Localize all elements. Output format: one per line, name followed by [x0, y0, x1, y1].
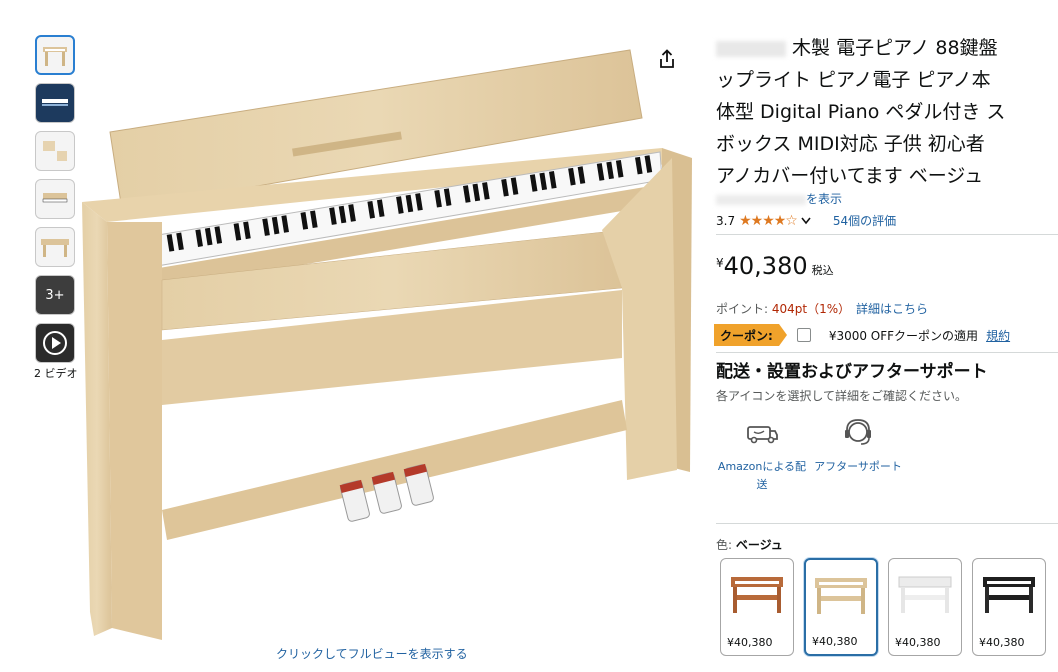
points-row: ポイント: 404pt（1%） 詳細はこちら [716, 300, 928, 317]
price: ¥40,380 税込 [716, 252, 834, 280]
play-icon [43, 331, 67, 355]
points-details-link[interactable]: 詳細はこちら [856, 302, 928, 316]
coupon-checkbox[interactable] [796, 328, 811, 342]
title-line-2: ップライト ピアノ電子 ピアノ本 [716, 69, 991, 91]
title-line-1: 木製 電子ピアノ 88鍵盤 [792, 37, 998, 59]
coupon-terms-link[interactable]: 規約 [986, 327, 1010, 344]
price-amount: 40,380 [723, 252, 808, 280]
thumbnail-strip: 3+ [35, 35, 75, 371]
coupon-text: ¥3000 OFFクーポンの適用 [828, 328, 979, 343]
review-count-link[interactable]: 54個の評価 [833, 212, 896, 229]
price-symbol: ¥ [716, 256, 724, 270]
delivery-support-item[interactable]: Amazonによる配送 [716, 410, 808, 494]
divider [716, 234, 1058, 235]
thumbnail-2[interactable] [35, 83, 75, 123]
divider [716, 523, 1058, 524]
support-heading: 配送・設置およびアフターサポート [716, 362, 988, 382]
support-icons: Amazonによる配送 アフターサポート [716, 410, 908, 494]
swatch-image-white [889, 559, 961, 625]
delivery-support-label: Amazonによる配送 [717, 460, 807, 491]
rating-value: 3.7 [716, 213, 736, 228]
more-images-label: 3+ [45, 287, 65, 303]
brand-store-link[interactable]: を表示 [716, 190, 842, 207]
blurred-brand [716, 40, 786, 57]
title-line-5: アノカバー付いてます ベージュ [716, 165, 984, 187]
swatch-brown[interactable]: ¥40,380 [720, 558, 794, 656]
chevron-down-icon[interactable] [801, 214, 811, 228]
points-label: ポイント: [716, 302, 769, 316]
color-label: 色: [716, 538, 733, 552]
swatch-price: ¥40,380 [812, 635, 858, 648]
swatch-image-beige [806, 560, 876, 626]
price-tax-label: 税込 [811, 264, 834, 277]
swatch-image-black [973, 559, 1045, 625]
swatch-price: ¥40,380 [895, 636, 941, 649]
thumbnail-5[interactable] [35, 227, 75, 267]
blurred-store [716, 194, 806, 205]
coupon-badge: クーポン: [714, 324, 787, 346]
swatch-price: ¥40,380 [979, 636, 1025, 649]
points-value: 404pt（1%） [771, 302, 851, 316]
video-count-label: 2 ビデオ [34, 367, 78, 380]
coupon-row: クーポン: ¥3000 OFFクーポンの適用 規約 [714, 324, 1010, 346]
after-support-label: アフターサポート [814, 460, 902, 473]
after-support-item[interactable]: アフターサポート [812, 410, 904, 494]
title-line-3: 体型 Digital Piano ペダル付き ス [716, 101, 1006, 123]
headset-icon [835, 410, 881, 456]
swatch-black[interactable]: ¥40,380 [972, 558, 1046, 656]
color-selector-label: 色: ベージュ [716, 536, 783, 553]
full-view-link[interactable]: クリックしてフルビューを表示する [276, 645, 468, 662]
more-images-button[interactable]: 3+ [35, 275, 75, 315]
video-thumbnail[interactable] [35, 323, 75, 363]
swatch-white[interactable]: ¥40,380 [888, 558, 962, 656]
color-swatches: ¥40,380 ¥40,380 ¥40,380 ¥40,380 [720, 558, 1056, 656]
brand-suffix: を表示 [806, 192, 843, 206]
rating-row: 3.7 ★★★★☆ 54個の評価 [716, 212, 896, 229]
truck-icon [739, 410, 785, 456]
swatch-beige[interactable]: ¥40,380 [804, 558, 878, 656]
thumbnail-4[interactable] [35, 179, 75, 219]
swatch-image-brown [721, 559, 793, 625]
title-line-4: ボックス MIDI対応 子供 初心者 [716, 133, 985, 155]
support-subtext: 各アイコンを選択して詳細をご確認ください。 [716, 389, 968, 403]
product-title[interactable]: 木製 電子ピアノ 88鍵盤 ップライト ピアノ電子 ピアノ本 体型 Digita… [716, 32, 1058, 192]
thumbnail-3[interactable] [35, 131, 75, 171]
swatch-price: ¥40,380 [727, 636, 773, 649]
color-value: ベージュ [735, 538, 783, 552]
thumbnail-1[interactable] [35, 35, 75, 75]
main-product-image[interactable] [82, 40, 697, 640]
star-rating-icon[interactable]: ★★★★☆ [739, 213, 798, 229]
share-icon[interactable] [656, 48, 678, 70]
divider [716, 352, 1058, 353]
